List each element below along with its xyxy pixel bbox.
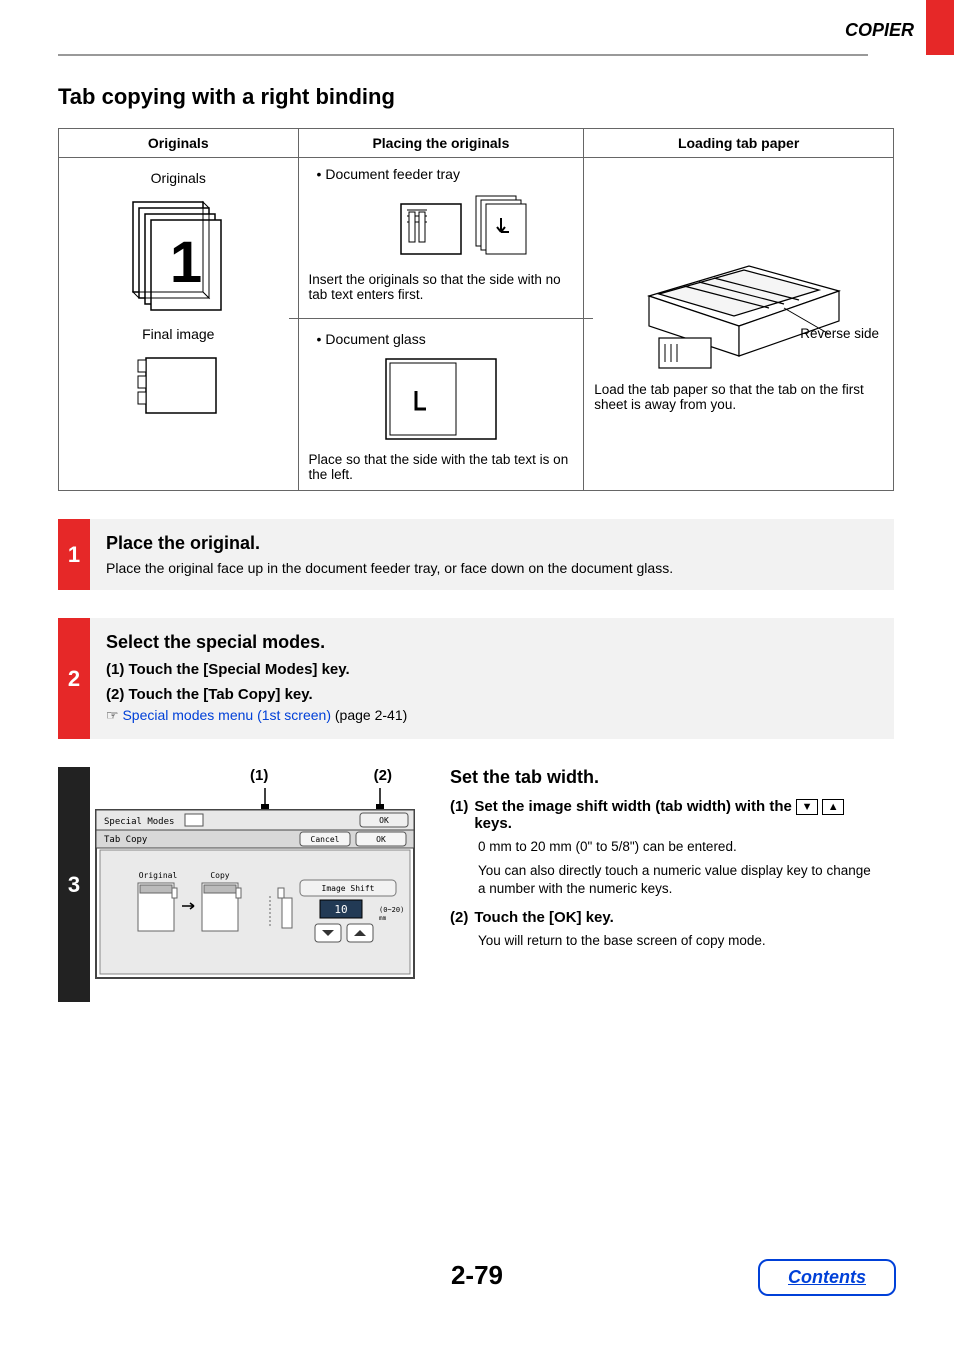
step-2-title: Select the special modes. xyxy=(106,632,878,653)
table-body-row: Originals 1 Final image xyxy=(59,158,894,491)
step-1-title: Place the original. xyxy=(106,533,878,554)
header-red-tab xyxy=(926,0,954,55)
sub1-desc1: 0 mm to 20 mm (0" to 5/8") can be entere… xyxy=(478,838,878,856)
panel-original-label: Original xyxy=(139,871,178,880)
touchscreen-illustration: Special Modes OK Tab Copy Cancel OK xyxy=(90,788,420,983)
big-digit: 1 xyxy=(170,230,202,295)
sub1-desc2: You can also directly touch a numeric va… xyxy=(478,862,878,898)
document-glass-illustration xyxy=(376,351,506,446)
touchscreen-panel: (1) (2) Special Modes xyxy=(90,767,420,988)
step-2-sub2: (2) Touch the [Tab Copy] key. xyxy=(106,686,878,703)
panel-special-modes: Special Modes xyxy=(104,817,174,827)
step-3-sub2: (2) Touch the [OK] key. xyxy=(450,909,878,926)
cell-originals: Originals 1 Final image xyxy=(59,158,299,491)
step-1: 1 Place the original. Place the original… xyxy=(58,519,894,590)
panel-top-ok: OK xyxy=(379,816,389,825)
link-suffix: (page 2-41) xyxy=(331,707,407,723)
sub1-text-b: keys. xyxy=(474,815,512,832)
step-3: 3 (1) (2) xyxy=(58,767,894,1002)
step-2-number: 2 xyxy=(58,618,90,739)
down-arrow-key-icon: ▼ xyxy=(796,799,818,815)
th-loading: Loading tab paper xyxy=(584,129,894,158)
pointing-hand-icon: ☞ xyxy=(106,709,119,724)
step-2-link-line: ☞ Special modes menu (1st screen) (page … xyxy=(106,707,878,725)
cell-placing: • Document feeder tray xyxy=(298,158,584,491)
table-header-row: Originals Placing the originals Loading … xyxy=(59,129,894,158)
callout-2: (2) xyxy=(374,767,392,784)
panel-copy-label: Copy xyxy=(210,871,229,880)
panel-shift-value: 10 xyxy=(334,903,347,916)
step-2: 2 Select the special modes. (1) Touch th… xyxy=(58,618,894,739)
step-3-body: (1) (2) Special Modes xyxy=(90,767,894,1002)
sub1-text-a: Set the image shift width (tab width) wi… xyxy=(474,798,796,815)
contents-button[interactable]: Contents xyxy=(758,1259,896,1296)
sub2-text: Touch the [OK] key. xyxy=(474,909,613,926)
cell-loading: Reverse side Load the tab paper so that … xyxy=(584,158,894,491)
sub2-desc: You will return to the base screen of co… xyxy=(478,932,878,950)
bullet-feeder-tray: • Document feeder tray xyxy=(317,166,574,182)
step-3-number: 3 xyxy=(58,767,90,1002)
horizontal-rule xyxy=(58,54,868,56)
step-3-sub1: (1) Set the image shift width (tab width… xyxy=(450,798,878,832)
header: COPIER xyxy=(845,0,954,55)
sub1-num: (1) xyxy=(450,798,468,832)
glass-caption: Place so that the side with the tab text… xyxy=(309,452,574,482)
panel-tab-copy: Tab Copy xyxy=(104,835,148,845)
panel-ok: OK xyxy=(376,835,386,844)
th-placing: Placing the originals xyxy=(298,129,584,158)
feeder-caption: Insert the originals so that the side wi… xyxy=(309,272,574,302)
cell-divider xyxy=(289,318,594,319)
sub2-num: (2) xyxy=(450,909,468,926)
step-1-text: Place the original face up in the docume… xyxy=(106,560,878,576)
header-section-name: COPIER xyxy=(845,0,926,41)
feeder-tray-illustration xyxy=(341,186,541,266)
special-modes-link[interactable]: Special modes menu (1st screen) xyxy=(122,707,331,723)
final-image-label: Final image xyxy=(69,326,288,342)
tray-loading-illustration xyxy=(629,256,849,376)
step-3-instructions: Set the tab width. (1) Set the image shi… xyxy=(450,767,878,988)
step-1-number: 1 xyxy=(58,519,90,590)
step-1-body: Place the original. Place the original f… xyxy=(90,519,894,590)
main-content: Tab copying with a right binding Origina… xyxy=(58,84,898,1002)
loading-caption: Load the tab paper so that the tab on th… xyxy=(594,382,883,412)
page-title: Tab copying with a right binding xyxy=(58,84,898,110)
up-arrow-key-icon: ▲ xyxy=(822,799,844,815)
panel-range: (0~20) xyxy=(379,906,404,914)
reverse-side-text: Reverse side xyxy=(800,326,879,341)
th-originals: Originals xyxy=(59,129,299,158)
reverse-side-label: Reverse side xyxy=(800,326,879,342)
bullet-document-glass: • Document glass xyxy=(317,331,574,347)
final-image-illustration xyxy=(128,348,228,428)
panel-cancel: Cancel xyxy=(311,835,340,844)
originals-label: Originals xyxy=(69,170,288,186)
step-2-body: Select the special modes. (1) Touch the … xyxy=(90,618,894,739)
step-2-sub1: (1) Touch the [Special Modes] key. xyxy=(106,661,878,678)
originals-stack-illustration: 1 xyxy=(123,192,233,312)
panel-mm: mm xyxy=(379,915,387,922)
panel-image-shift: Image Shift xyxy=(322,884,375,893)
info-table: Originals Placing the originals Loading … xyxy=(58,128,894,491)
step-3-title: Set the tab width. xyxy=(450,767,878,788)
sub1-text: Set the image shift width (tab width) wi… xyxy=(474,798,878,832)
callout-1: (1) xyxy=(250,767,268,784)
